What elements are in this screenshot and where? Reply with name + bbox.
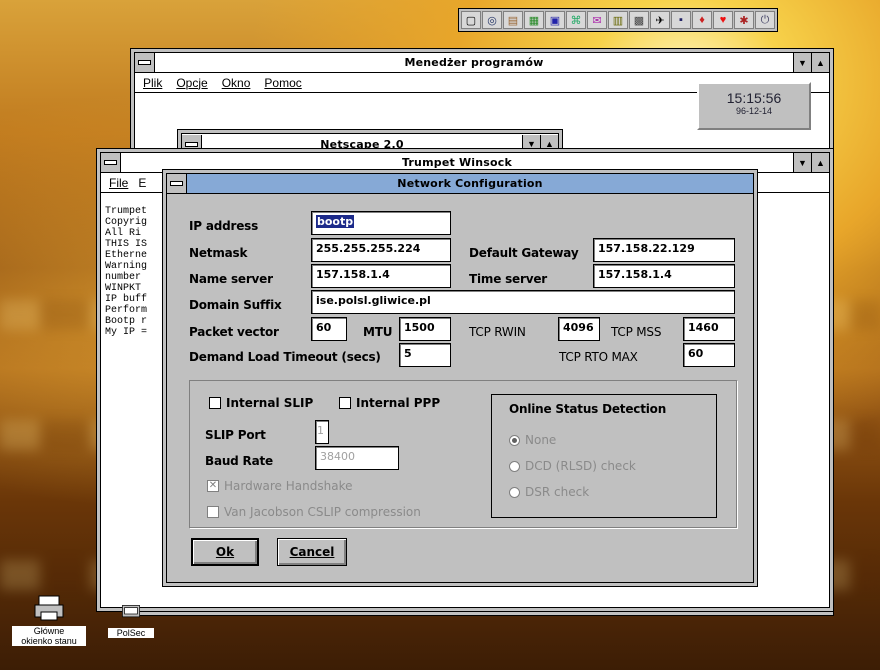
mail-icon[interactable]: ✉ xyxy=(587,11,607,29)
tcp-mss-label: TCP MSS xyxy=(611,325,662,339)
menu-window[interactable]: Okno xyxy=(222,76,251,90)
network-icon[interactable]: ⌘ xyxy=(566,11,586,29)
app-icon xyxy=(122,605,140,618)
quick-launch-toolbar: ▢ ◎ ▤ ▦ ▣ ⌘ ✉ ▥ ▩ ✈ ▪ ♦ ♥ ✱ ⏻ xyxy=(458,8,778,32)
hardware-handshake-checkbox[interactable]: ✕ Hardware Handshake xyxy=(207,479,352,493)
tcp-rwin-label: TCP RWIN xyxy=(469,325,526,339)
menu-options[interactable]: Opcje xyxy=(176,76,207,90)
paint-icon[interactable]: ✱ xyxy=(734,11,754,29)
tcp-mss-input[interactable]: 1460 xyxy=(683,317,735,341)
radio-dsr-check[interactable]: DSR check xyxy=(509,485,589,499)
baud-rate-label: Baud Rate xyxy=(205,454,273,468)
window-title: Trumpet Winsock xyxy=(401,156,513,169)
netscape-titlebar[interactable]: Netscape 2.0 ▼ ▲ xyxy=(182,134,558,154)
cancel-button[interactable]: Cancel xyxy=(277,538,347,566)
plane-icon[interactable]: ✈ xyxy=(650,11,670,29)
window-title: Menedżer programów xyxy=(404,56,544,69)
calc-icon[interactable]: ▩ xyxy=(629,11,649,29)
globe-icon[interactable]: ◎ xyxy=(482,11,502,29)
system-menu-button[interactable] xyxy=(167,174,187,193)
system-menu-button[interactable] xyxy=(101,153,121,172)
icon-label: Główne okienko stanu xyxy=(12,626,86,646)
packet-vector-input[interactable]: 60 xyxy=(311,317,347,341)
domain-suffix-input[interactable]: ise.polsl.gliwice.pl xyxy=(311,290,735,314)
time-server-label: Time server xyxy=(469,272,547,286)
checkbox-box xyxy=(209,397,221,409)
notes-icon[interactable]: ▥ xyxy=(608,11,628,29)
radio-none[interactable]: None xyxy=(509,433,556,447)
gateway-input[interactable]: 157.158.22.129 xyxy=(593,238,735,262)
van-jacobson-checkbox[interactable]: Van Jacobson CSLIP compression xyxy=(207,505,421,519)
gateway-label: Default Gateway xyxy=(469,246,579,260)
heart-icon[interactable]: ♥ xyxy=(713,11,733,29)
chart-icon[interactable]: ▦ xyxy=(524,11,544,29)
tcp-rwin-input[interactable]: 4096 xyxy=(558,317,600,341)
menu-edit[interactable]: E xyxy=(138,176,146,190)
desktop-icon-polsec[interactable]: PolSec xyxy=(108,604,154,638)
system-menu-button[interactable] xyxy=(135,53,155,72)
online-status-title: Online Status Detection xyxy=(509,402,667,416)
monitor-icon[interactable]: ▣ xyxy=(545,11,565,29)
icon-label: PolSec xyxy=(108,628,154,638)
maximize-button[interactable]: ▲ xyxy=(811,153,829,172)
internal-ppp-checkbox[interactable]: Internal PPP xyxy=(339,396,440,410)
program-manager-titlebar[interactable]: Menedżer programów ▼ ▲ xyxy=(135,53,829,73)
maximize-button[interactable]: ▲ xyxy=(540,134,558,154)
clock-date: 96-12-14 xyxy=(735,106,773,116)
doc-icon[interactable]: ▢ xyxy=(461,11,481,29)
radio-dot xyxy=(509,486,520,498)
maximize-button[interactable]: ▲ xyxy=(811,53,829,72)
disk-icon[interactable]: ▪ xyxy=(671,11,691,29)
minimize-button[interactable]: ▼ xyxy=(522,134,540,154)
packet-vector-label: Packet vector xyxy=(189,325,279,339)
mtu-label: MTU xyxy=(363,325,393,339)
slip-port-input[interactable]: 1 xyxy=(315,420,329,444)
netscape-window: Netscape 2.0 ▼ ▲ xyxy=(181,133,559,154)
printer-icon xyxy=(34,595,64,621)
balloon-icon[interactable]: ♦ xyxy=(692,11,712,29)
radio-dot xyxy=(509,460,520,472)
window-title: Netscape 2.0 xyxy=(320,137,404,151)
demand-load-label: Demand Load Timeout (secs) xyxy=(189,350,381,364)
power-icon[interactable]: ⏻ xyxy=(755,11,775,29)
slip-port-label: SLIP Port xyxy=(205,428,266,442)
tcp-rto-max-input[interactable]: 60 xyxy=(683,343,735,367)
network-configuration-dialog: Network Configuration IP address bootp N… xyxy=(166,173,754,583)
desktop-icon-status[interactable]: Główne okienko stanu xyxy=(12,594,86,646)
name-server-input[interactable]: 157.158.1.4 xyxy=(311,264,451,288)
folder-icon[interactable]: ▤ xyxy=(503,11,523,29)
dialog-title: Network Configuration xyxy=(397,177,543,190)
demand-load-input[interactable]: 5 xyxy=(399,343,451,367)
minimize-button[interactable]: ▼ xyxy=(793,153,811,172)
radio-dot xyxy=(509,434,520,446)
tcp-rto-max-label: TCP RTO MAX xyxy=(559,350,638,364)
domain-suffix-label: Domain Suffix xyxy=(189,298,282,312)
clock-time: 15:15:56 xyxy=(726,90,782,106)
menu-file[interactable]: Plik xyxy=(143,76,162,90)
ip-address-label: IP address xyxy=(189,219,259,233)
checkbox-box: ✕ xyxy=(207,480,219,492)
menu-help[interactable]: Pomoc xyxy=(264,76,301,90)
minimize-button[interactable]: ▼ xyxy=(793,53,811,72)
ok-button[interactable]: Ok xyxy=(191,538,259,566)
ip-address-input[interactable]: bootp xyxy=(311,211,451,235)
dialog-titlebar[interactable]: Network Configuration xyxy=(167,174,753,194)
clock-widget: 15:15:56 96-12-14 xyxy=(697,82,811,130)
netmask-input[interactable]: 255.255.255.224 xyxy=(311,238,451,262)
name-server-label: Name server xyxy=(189,272,273,286)
time-server-input[interactable]: 157.158.1.4 xyxy=(593,264,735,288)
mtu-input[interactable]: 1500 xyxy=(399,317,451,341)
trumpet-titlebar[interactable]: Trumpet Winsock ▼ ▲ xyxy=(101,153,829,173)
checkbox-box xyxy=(207,506,219,518)
baud-rate-input[interactable]: 38400 xyxy=(315,446,399,470)
internal-slip-checkbox[interactable]: Internal SLIP xyxy=(209,396,313,410)
netmask-label: Netmask xyxy=(189,246,248,260)
checkbox-box xyxy=(339,397,351,409)
radio-dcd-check[interactable]: DCD (RLSD) check xyxy=(509,459,636,473)
menu-file[interactable]: File xyxy=(109,176,128,190)
system-menu-button[interactable] xyxy=(182,134,202,154)
